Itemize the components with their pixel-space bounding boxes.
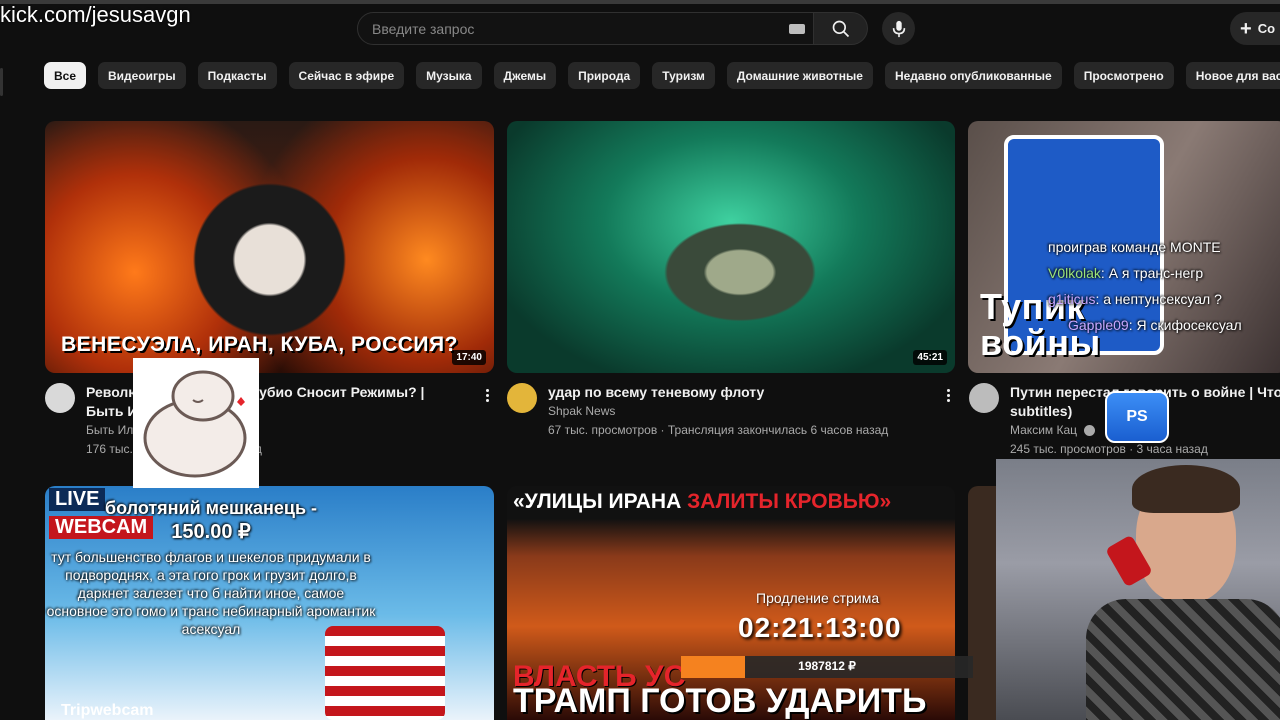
filter-chips: Все Видеоигры Подкасты Сейчас в эфире Му… xyxy=(44,62,1280,89)
chip-videogames[interactable]: Видеоигры xyxy=(98,62,186,89)
video-title-line2[interactable]: subtitles) xyxy=(1010,402,1072,421)
more-options-icon[interactable] xyxy=(479,385,495,405)
page: kick.com/jesusavgn Введите запрос + Со В… xyxy=(0,0,1280,720)
search-input[interactable]: Введите запрос xyxy=(372,21,474,37)
video-duration: 17:40 xyxy=(452,350,486,365)
cat-sticker-image xyxy=(143,370,247,478)
stream-timer: 02:21:13:00 xyxy=(738,612,902,643)
donation-message: тут большенство флагов и шекелов придума… xyxy=(46,549,376,637)
chat-message: проиграв команде MONTE xyxy=(1048,239,1221,255)
video-thumbnail-2[interactable]: 45:21 xyxy=(507,121,955,373)
headline-top: «УЛИЦЫ ИРАНА ЗАЛИТЫ КРОВЬЮ» xyxy=(513,490,892,513)
video-title[interactable]: удар по всему теневому флоту xyxy=(548,383,764,402)
channel-avatar[interactable] xyxy=(507,383,537,413)
chip-jams[interactable]: Джемы xyxy=(493,62,557,89)
channel-name[interactable]: Максим Кац xyxy=(1010,421,1077,439)
suitcase xyxy=(325,626,445,720)
more-options-icon[interactable] xyxy=(940,385,956,405)
chip-music[interactable]: Музыка xyxy=(416,62,482,89)
donor-name: болотяний мешканець - xyxy=(104,498,318,518)
stream-extension-label: Продление стрима xyxy=(756,590,880,606)
cat-sticker xyxy=(133,358,259,488)
video-title-line2[interactable]: Быть И xyxy=(86,402,137,421)
verified-icon xyxy=(1084,425,1095,436)
microphone-icon xyxy=(892,20,905,37)
chip-podcasts[interactable]: Подкасты xyxy=(197,62,277,89)
streamer-shirt xyxy=(1086,599,1280,720)
chip-new[interactable]: Новое для вас xyxy=(1185,62,1280,89)
video-thumbnail-6[interactable] xyxy=(968,486,998,720)
stream-chat: проиграв команде MONTE V0lkolak: А я тра… xyxy=(1048,234,1280,338)
chat-message: Gapple09: Я скифосексуал xyxy=(1068,317,1242,333)
video-thumbnail-5[interactable]: «УЛИЦЫ ИРАНА ЗАЛИТЫ КРОВЬЮ» ВЛАСТЬ УС ТР… xyxy=(507,486,955,720)
streamer-hair xyxy=(1132,465,1240,513)
donation-amount: 150.00 ₽ xyxy=(171,521,251,543)
chip-live[interactable]: Сейчас в эфире xyxy=(288,62,405,89)
video-thumbnail-1[interactable]: ВЕНЕСУЭЛА, ИРАН, КУБА, РОССИЯ? 17:40 xyxy=(45,121,494,373)
chat-message: g1iticus: а нептунсексуал ? xyxy=(1048,291,1222,307)
video-duration: 45:21 xyxy=(913,350,947,365)
headline-bottom-2: ТРАМП ГОТОВ УДАРИТЬ xyxy=(513,682,927,720)
donation-alert: болотяний мешканець - 150.00 ₽ тут больш… xyxy=(46,498,376,638)
top-strip xyxy=(0,0,1280,4)
goal-amount: 1987812 ₽ xyxy=(798,659,856,673)
streamer-webcam xyxy=(996,459,1280,720)
chip-recent[interactable]: Недавно опубликованные xyxy=(884,62,1062,89)
chip-tourism[interactable]: Туризм xyxy=(652,62,715,89)
search-box[interactable]: Введите запрос xyxy=(357,12,814,45)
video-meta: 67 тыс. просмотров · Трансляция закончил… xyxy=(548,423,889,437)
search-icon xyxy=(832,20,849,37)
chip-watched[interactable]: Просмотрено xyxy=(1073,62,1174,89)
chip-all[interactable]: Все xyxy=(44,62,87,89)
create-button[interactable]: + Со xyxy=(1230,12,1280,45)
channel-avatar[interactable] xyxy=(969,383,999,413)
stream-watermark: kick.com/jesusavgn xyxy=(0,2,191,27)
chat-message: V0lkolak: А я транс-негр xyxy=(1048,265,1204,281)
thumbnail-caption: ВЕНЕСУЭЛА, ИРАН, КУБА, РОССИЯ? xyxy=(61,333,458,356)
search-button[interactable] xyxy=(814,12,868,45)
plus-icon: + xyxy=(1240,17,1252,40)
channel-name[interactable]: Быть Ил xyxy=(86,421,133,439)
ps-logo-badge: PS xyxy=(1105,391,1169,443)
sidebar-edge xyxy=(0,68,3,96)
channel-logo: Tripwebcam xyxy=(61,702,154,719)
keyboard-icon[interactable] xyxy=(789,24,805,34)
channel-name[interactable]: Shpak News xyxy=(548,402,615,420)
donation-goal-bar: 1987812 ₽ xyxy=(681,656,973,678)
channel-avatar[interactable] xyxy=(45,383,75,413)
voice-search-button[interactable] xyxy=(882,12,915,45)
create-label: Со xyxy=(1257,21,1276,36)
chip-nature[interactable]: Природа xyxy=(568,62,641,89)
chip-pets[interactable]: Домашние животные xyxy=(726,62,873,89)
video-meta: 245 тыс. просмотров · 3 часа назад xyxy=(1010,442,1208,456)
